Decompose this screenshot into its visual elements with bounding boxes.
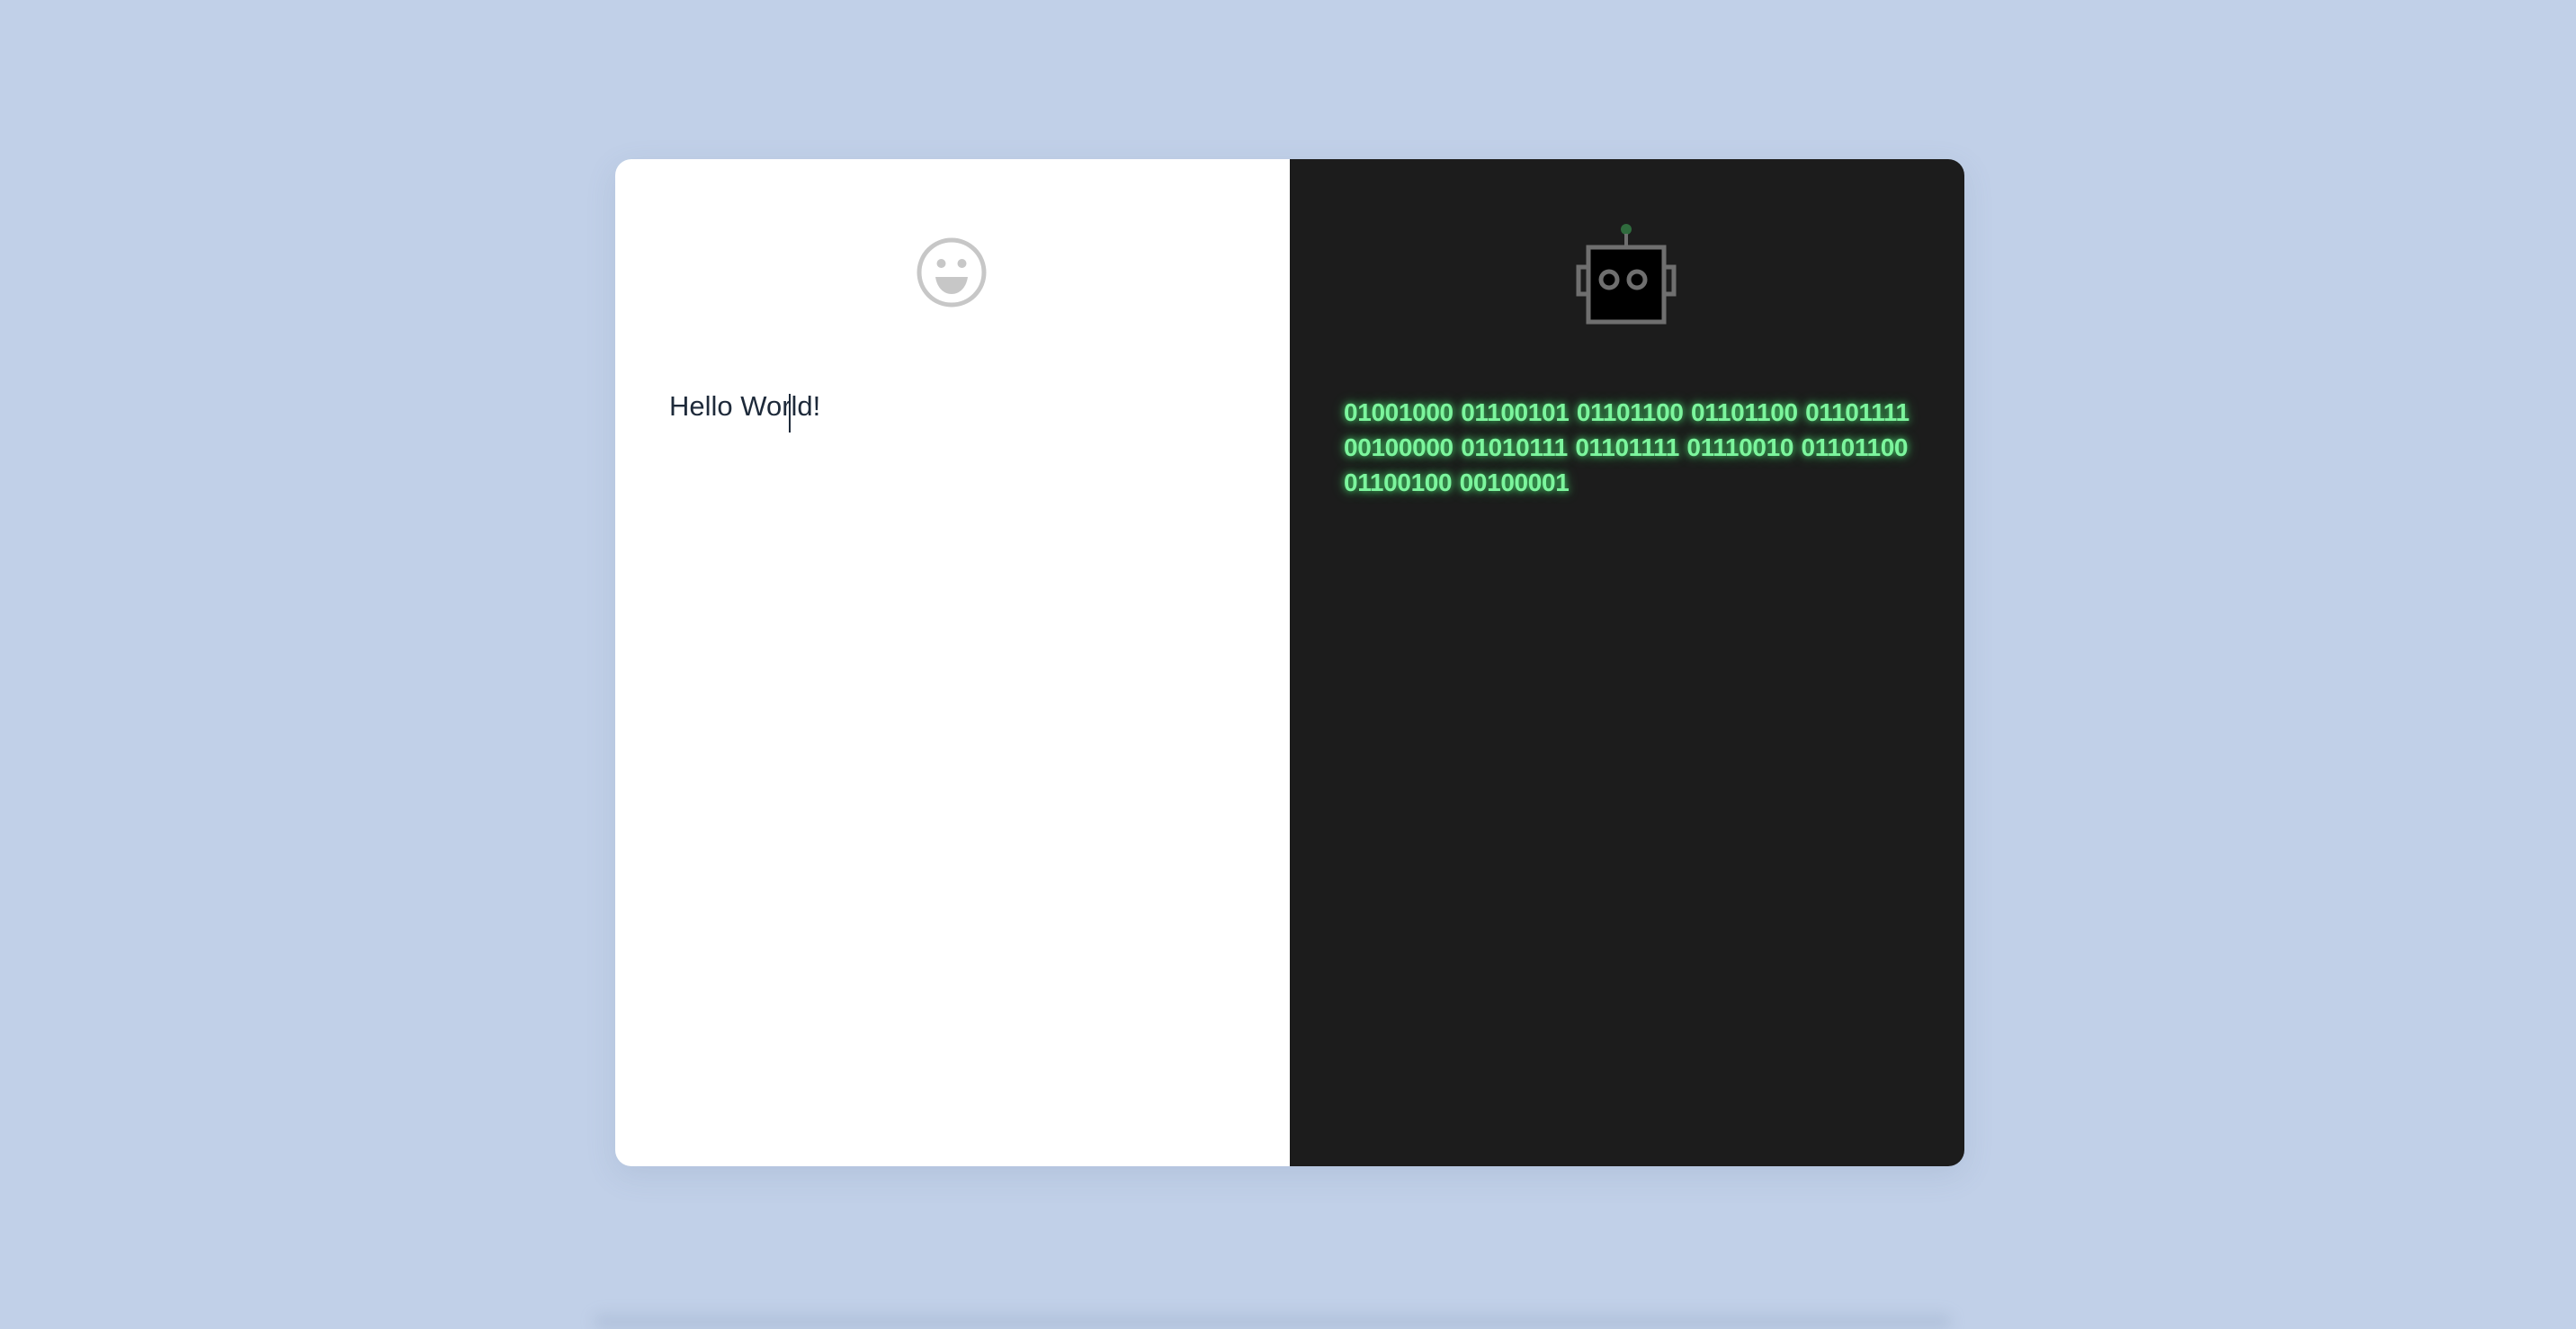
translator-card: 01001000 01100101 01101100 01101100 0110… (615, 159, 1964, 1166)
human-input-panel (615, 159, 1290, 1166)
smiley-face-icon (917, 237, 987, 308)
text-caret (789, 394, 791, 433)
bottom-shadow (594, 1315, 1952, 1329)
human-text-input[interactable] (669, 389, 1236, 1100)
robot-icon (1576, 224, 1677, 325)
binary-output-text: 01001000 01100101 01101100 01101100 0110… (1344, 398, 1910, 496)
robot-output-panel: 01001000 01100101 01101100 01101100 0110… (1290, 159, 1964, 1166)
